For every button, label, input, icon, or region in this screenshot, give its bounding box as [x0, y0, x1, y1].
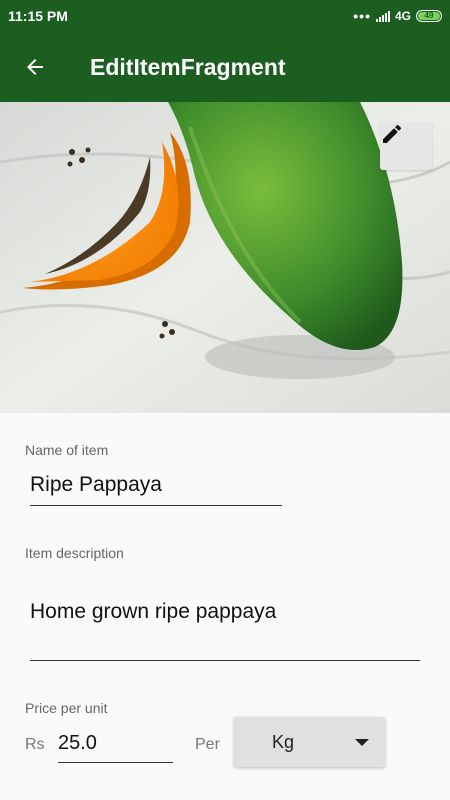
app-bar: EditItemFragment — [0, 32, 450, 102]
back-button[interactable] — [0, 32, 70, 102]
battery-level: 49 — [418, 12, 440, 20]
name-input[interactable]: Ripe Pappaya — [30, 473, 282, 506]
battery-icon: 49 — [416, 10, 442, 22]
dropdown-arrow-icon — [355, 738, 369, 746]
more-dots-icon: ••• — [353, 8, 371, 24]
pencil-icon — [383, 124, 402, 143]
description-label: Item description — [25, 545, 124, 561]
unit-dropdown[interactable]: Kg — [234, 717, 385, 767]
price-input[interactable]: 25.0 — [58, 732, 173, 763]
description-input[interactable]: Home grown ripe pappaya — [30, 600, 420, 661]
edit-photo-button[interactable] — [380, 122, 432, 170]
signal-icon — [375, 10, 390, 22]
name-label: Name of item — [25, 442, 109, 458]
status-time: 11:15 PM — [8, 8, 68, 24]
currency-label: Rs — [25, 736, 45, 753]
per-label: Per — [195, 736, 220, 753]
price-label: Price per unit — [25, 700, 108, 716]
unit-selected-value: Kg — [272, 731, 295, 752]
status-bar: 11:15 PM ••• 4G 49 — [0, 0, 450, 32]
arrow-back-icon — [27, 59, 43, 75]
status-icons: ••• 4G 49 — [353, 9, 442, 23]
network-type: 4G — [394, 9, 411, 23]
item-photo — [0, 102, 450, 413]
page-title: EditItemFragment — [90, 53, 286, 80]
